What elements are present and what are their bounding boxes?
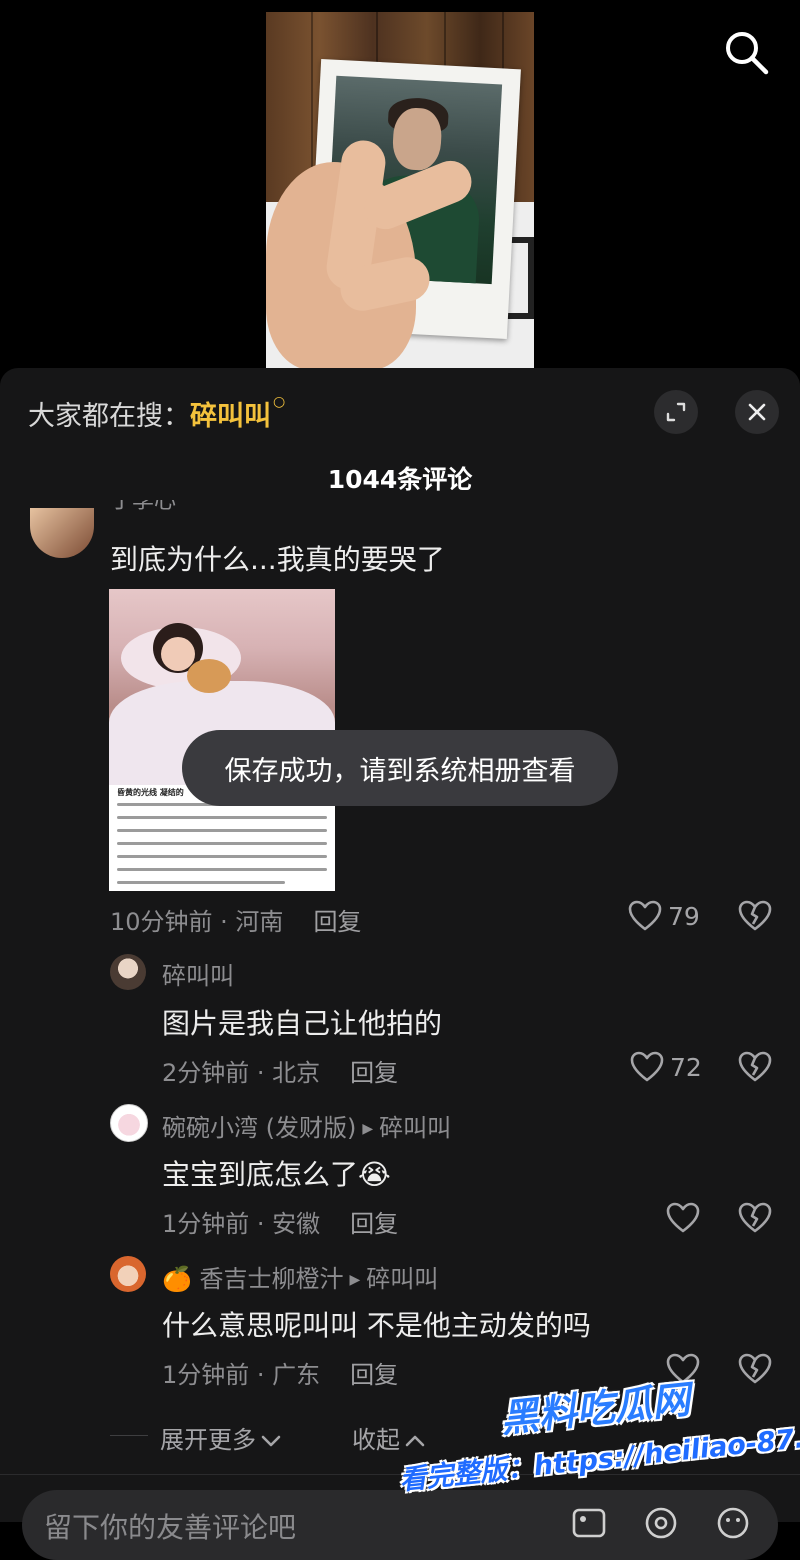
comment-meta: 2分钟前 · 北京 回复	[162, 1053, 398, 1088]
comment-time-location: 2分钟前 · 北京	[162, 1059, 321, 1087]
comment-meta: 10分钟前 · 河南 回复	[110, 902, 361, 937]
hot-search-bar[interactable]: 大家都在搜：碎叫叫 ○	[28, 394, 285, 433]
chevron-down-icon	[261, 1435, 281, 1447]
reply-to-username[interactable]: 碎叫叫	[366, 1265, 438, 1293]
reply-button[interactable]: 回复	[350, 1059, 398, 1087]
divider	[110, 1435, 148, 1436]
comment-time-location: 1分钟前 · 安徽	[162, 1210, 321, 1238]
hot-search-keyword[interactable]: 碎叫叫	[190, 401, 271, 432]
broken-heart-icon	[738, 900, 772, 931]
emoji-icon[interactable]	[716, 1506, 750, 1540]
comment-time-location: 10分钟前 · 河南	[110, 908, 284, 936]
close-button[interactable]	[735, 390, 779, 434]
close-icon	[748, 403, 766, 421]
comment-text: 图片是我自己让他拍的	[162, 1007, 443, 1040]
comment-time-location: 1分钟前 · 广东	[162, 1361, 321, 1389]
comment-input[interactable]: 留下你的友善评论吧	[22, 1490, 778, 1560]
video-frame[interactable]	[266, 12, 534, 370]
avatar[interactable]	[110, 1104, 148, 1142]
comment-username[interactable]: 碎叫叫	[162, 956, 234, 991]
expand-button[interactable]	[654, 390, 698, 434]
comment-meta: 1分钟前 · 安徽 回复	[162, 1204, 398, 1239]
like-count: 79	[668, 901, 700, 931]
comment-sheet: 大家都在搜：碎叫叫 ○ 1044条评论 丁李心 到底为什么...我真的要哭了 昏黄…	[0, 368, 800, 1560]
broken-heart-icon	[738, 1353, 772, 1384]
like-button[interactable]	[666, 1202, 706, 1234]
comment-text: 宝宝到底怎么了😭	[162, 1158, 391, 1191]
comment-meta: 1分钟前 · 广东 回复	[162, 1355, 398, 1390]
toast-message: 保存成功，请到系统相册查看	[182, 730, 618, 806]
reply-button[interactable]: 回复	[350, 1361, 398, 1389]
dislike-button[interactable]	[738, 900, 772, 936]
search-icon[interactable]	[722, 28, 770, 76]
chevron-up-icon	[405, 1435, 425, 1447]
expand-icon	[666, 402, 686, 422]
at-mention-icon[interactable]	[644, 1506, 678, 1540]
comment-username[interactable]: 碗碗小湾 (发财版) ▶ 碎叫叫	[162, 1108, 451, 1143]
broken-heart-icon	[738, 1202, 772, 1233]
like-button[interactable]: 72	[630, 1051, 702, 1083]
comment-input-placeholder: 留下你的友善评论吧	[44, 1511, 297, 1544]
heart-icon	[628, 900, 662, 931]
dislike-button[interactable]	[738, 1051, 772, 1087]
reply-button[interactable]: 回复	[313, 908, 361, 936]
expand-more-button[interactable]: 展开更多	[160, 1420, 282, 1455]
comment-username[interactable]: 丁李心	[110, 500, 176, 514]
dislike-button[interactable]	[738, 1353, 772, 1389]
avatar[interactable]	[110, 1256, 146, 1292]
reply-arrow-icon: ▶	[362, 1121, 374, 1137]
comment-text: 什么意思呢叫叫 不是他主动发的吗	[162, 1309, 591, 1342]
like-button[interactable]: 79	[628, 900, 700, 932]
reply-to-username[interactable]: 碎叫叫	[379, 1114, 451, 1142]
broken-heart-icon	[738, 1051, 772, 1082]
comment-username[interactable]: 🍊 香吉士柳橙汁 ▶ 碎叫叫	[162, 1259, 438, 1294]
dislike-button[interactable]	[738, 1202, 772, 1238]
heart-icon	[630, 1051, 664, 1082]
collapse-button[interactable]: 收起	[352, 1420, 426, 1455]
heart-icon	[666, 1202, 700, 1233]
comment-text: 到底为什么...我真的要哭了	[110, 543, 445, 576]
avatar[interactable]	[110, 954, 146, 990]
comment-count: 1044条评论	[327, 465, 473, 494]
reply-button[interactable]: 回复	[350, 1210, 398, 1238]
avatar[interactable]	[30, 508, 94, 558]
like-count: 72	[670, 1052, 702, 1082]
image-icon[interactable]	[572, 1508, 606, 1538]
hot-search-prefix: 大家都在搜：	[28, 401, 190, 432]
search-small-icon: ○	[273, 394, 286, 410]
reply-arrow-icon: ▶	[349, 1272, 361, 1288]
